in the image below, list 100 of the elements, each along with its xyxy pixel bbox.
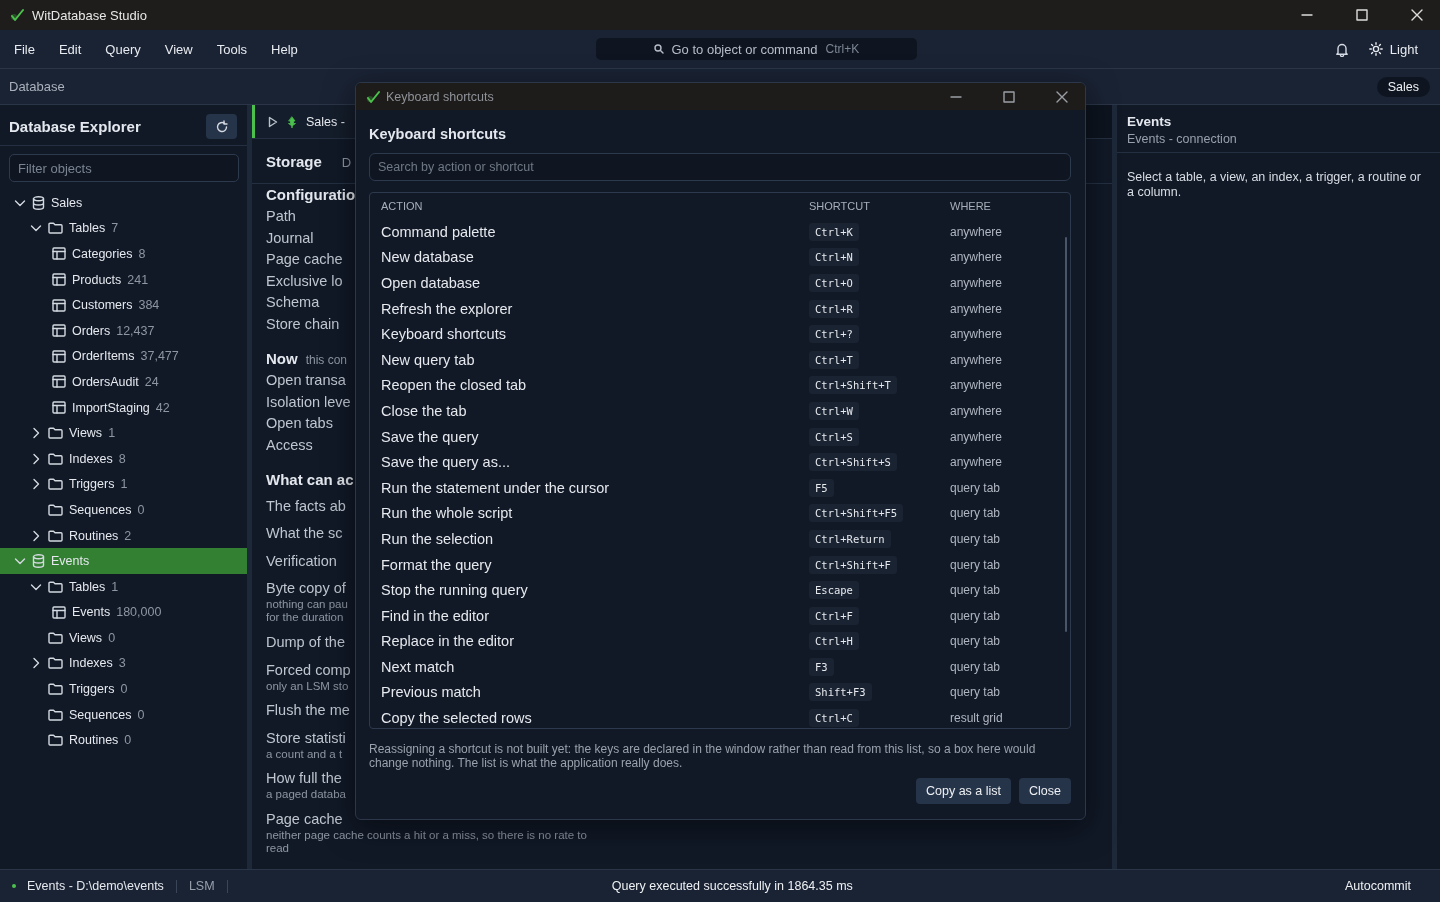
action-cell-text: Copy the selected rows [381,710,533,727]
scope-cell-text: query tab [950,659,1002,674]
folder-icon [48,708,63,721]
dialog-button[interactable]: Close [1019,778,1071,804]
property-label: What the sc [266,524,343,544]
shortcut-key: F5 [809,478,834,497]
property-label: Flush the me [266,701,350,721]
chevron-right-icon[interactable] [30,452,42,465]
tree-item[interactable]: Views 1 [0,420,247,446]
query-tab[interactable]: Sales - [252,105,357,138]
tree-item[interactable]: Routines 2 [0,522,247,549]
tree-item[interactable]: Sequences 0 [0,497,247,523]
chevron-right-icon[interactable] [30,529,42,542]
tree-item[interactable]: Indexes 3 [0,650,247,677]
folder-icon [48,683,63,696]
scope-cell-text: query tab [950,608,1002,623]
tree-item[interactable]: Customers 384 [0,292,247,318]
action-cell-text: Format the query [381,556,493,573]
action-cell-text: Stop the running query [381,582,529,599]
chevron-right-icon[interactable] [30,657,42,670]
close-icon[interactable] [1055,90,1068,103]
tree-item[interactable]: Tables 7 [0,215,247,242]
action-cell-text: Save the query [381,428,480,445]
checkmark-logo-icon [10,8,24,22]
tree-item[interactable]: Sequences 0 [0,701,247,728]
tree-item[interactable]: Triggers 0 [0,676,247,702]
tree-item[interactable]: Routines 0 [0,727,247,754]
property-label: Open tabs [266,414,333,433]
shortcut-key: Ctrl+H [809,632,859,651]
property-label: Byte copy of [266,579,346,599]
database-icon [32,554,45,569]
action-cell-text: Save the query as... [381,454,511,471]
tree-item[interactable]: Products 241 [0,266,247,293]
shortcut-key: Ctrl+Shift+T [809,376,897,395]
column-header: WHERE [950,200,992,212]
scope-cell-text: query tab [950,685,1002,700]
dialog-window-title: Keyboard shortcuts [386,89,494,104]
menu-item[interactable]: Query [93,35,153,63]
property-label: Page cache [266,250,343,269]
tree-item[interactable]: OrderItems 37,477 [0,343,247,370]
property-note: only an LSM sto [266,679,349,693]
theme-toggle-button[interactable]: Light [1368,41,1418,57]
action-cell-text: Refresh the explorer [381,300,514,317]
column-header: ACTION [381,200,424,212]
property-label: Forced comp [266,660,351,680]
folder-icon [48,452,63,465]
details-subtitle: Events - connection [1127,132,1238,146]
shortcut-key: Ctrl+Return [809,529,891,548]
section-subtitle: D [341,155,352,170]
shortcut-key: Ctrl+F [809,606,859,625]
tree-item[interactable]: Indexes 8 [0,445,247,472]
action-cell-text: Run the selection [381,530,495,547]
tree-item[interactable]: Orders 12,437 [0,317,247,344]
command-search-field[interactable]: Go to object or command Ctrl+K [595,38,917,60]
chevron-right-icon[interactable] [30,478,42,491]
tree-item[interactable]: ImportStaging 42 [0,394,247,421]
folder-icon [48,529,63,542]
folder-icon [48,580,63,593]
shortcut-key: Ctrl+K [809,222,859,241]
tree-item[interactable]: Tables 1 [0,573,247,600]
tree-item[interactable]: Triggers 1 [0,471,247,498]
action-cell-text: Keyboard shortcuts [381,326,507,343]
tree-item[interactable]: Events 180,000 [0,599,247,626]
tree-item[interactable]: Categories 8 [0,241,247,267]
status-dot [12,884,16,888]
engine-label: LSM [188,879,215,893]
shortcut-key: Escape [809,581,859,600]
tree-item[interactable]: OrdersAudit 24 [0,369,247,395]
action-cell-text: Previous match [381,684,482,701]
refresh-button[interactable] [206,114,237,139]
property-note: a paged databa [266,788,346,802]
dialog-button[interactable]: Copy as a list [916,778,1012,804]
tree-item[interactable]: Sales [0,190,247,216]
tree-item[interactable]: Events [0,548,247,574]
table-icon [52,324,66,338]
menu-item[interactable]: File [2,35,47,63]
shortcut-key: Ctrl+Shift+F5 [809,504,904,523]
shortcut-key: Ctrl+W [809,401,859,420]
menu-item[interactable]: Edit [46,35,94,63]
play-icon[interactable] [268,115,278,128]
maximize-icon[interactable] [1002,90,1015,103]
scope-cell-text: result grid [950,711,1004,726]
checkmark-logo-icon [366,89,380,104]
scope-cell-text: anywhere [950,224,1004,239]
menu-item[interactable]: Tools [204,35,260,63]
scope-cell-text: anywhere [950,327,1004,342]
shortcut-search-field[interactable]: Search by action or shortcut [369,153,1071,181]
action-cell-text: Close the tab [381,402,468,419]
tree-item[interactable]: Views 0 [0,625,247,651]
dialog-heading: Keyboard shortcuts [368,125,507,144]
bell-icon[interactable] [1334,41,1349,57]
scope-cell-text: anywhere [950,250,1004,265]
menu-item[interactable]: Help [259,35,310,63]
menu-item[interactable]: View [152,35,205,63]
action-cell-text: Open database [381,275,482,291]
shortcut-key: Ctrl+Shift+S [809,453,897,472]
folder-icon [48,503,63,516]
shortcut-key: Ctrl+? [809,325,859,344]
chevron-right-icon[interactable] [30,427,42,440]
filter-field[interactable]: Filter objects [9,154,239,182]
